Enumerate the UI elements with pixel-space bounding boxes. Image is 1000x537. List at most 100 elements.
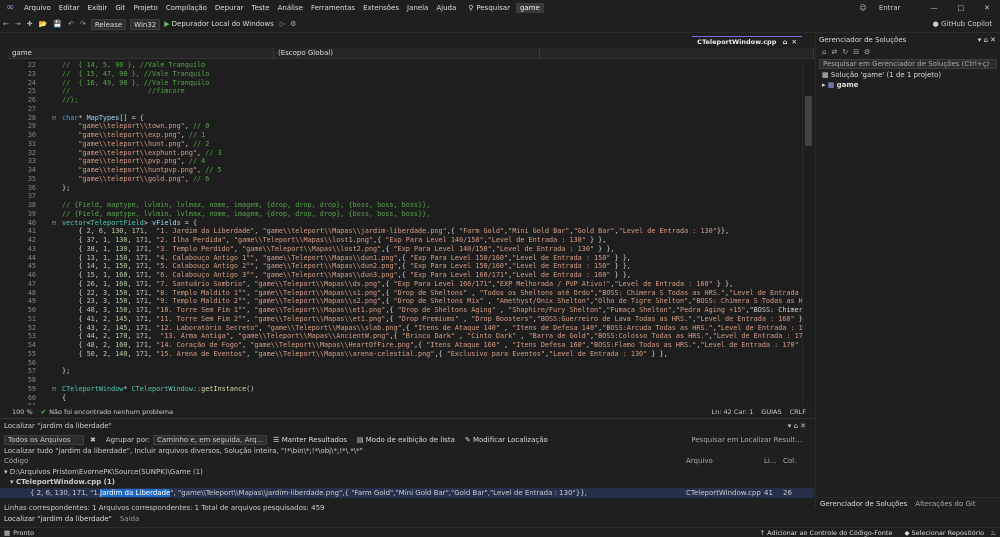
- code-line[interactable]: { 15, 1, 160, 171, "6. Calabouço Antigo …: [62, 271, 631, 279]
- modify-find-button[interactable]: ✎ Modificar Localização: [465, 436, 548, 444]
- pin-panel-icon[interactable]: ⌂: [983, 36, 987, 44]
- code-line[interactable]: "game\\teleport\\exp.png", // 1: [62, 131, 205, 139]
- code-line[interactable]: // //fimcore: [62, 87, 185, 95]
- menu-item[interactable]: Arquivo: [24, 4, 51, 12]
- list-view-button[interactable]: ▤ Modo de exibição de lista: [357, 436, 455, 444]
- fold-icon[interactable]: ⊟: [52, 385, 56, 393]
- menu-item[interactable]: Ajuda: [436, 4, 456, 12]
- code-line[interactable]: { 41, 2, 145, 171, "11. Torre Sem Fim 2°…: [62, 315, 802, 323]
- code-line[interactable]: // {Field, maptype, lvlmin, lvlmax, nome…: [62, 201, 430, 209]
- fold-icon[interactable]: ⊟: [52, 219, 56, 227]
- nav-scope-select[interactable]: (Escopo Global): [274, 48, 540, 59]
- code-line[interactable]: "game\\teleport\\gold.png", // 6: [62, 175, 209, 183]
- menu-item[interactable]: Extensões: [363, 4, 399, 12]
- signin-button[interactable]: ☺ Entrar: [859, 4, 910, 12]
- tab-cteleportwindow[interactable]: CTeleportWindow.cpp ⌂ ✕: [692, 36, 802, 47]
- code-line[interactable]: "game\\teleport\\huntpvp.png", // 5: [62, 166, 221, 174]
- menu-item[interactable]: Teste: [252, 4, 270, 12]
- code-line[interactable]: char* MapTypes[] = {: [62, 114, 144, 122]
- back-icon[interactable]: ←: [3, 20, 9, 28]
- code-line[interactable]: { 44, 2, 170, 171, "13. Arma Antiga", "g…: [62, 332, 802, 340]
- code-line[interactable]: vector<TeleportField> vFields = {: [62, 219, 197, 227]
- col-line-header[interactable]: Li...: [764, 457, 777, 465]
- solution-search-input[interactable]: Pesquisar em Gerenciador de Soluções (Ct…: [819, 59, 997, 69]
- source-control-button[interactable]: ↑ Adicionar ao Controle do Código-Fonte: [760, 529, 893, 537]
- close-button[interactable]: ✕: [984, 4, 990, 12]
- code-line[interactable]: { 13, 1, 150, 171, "4. Calabouço Antigo …: [62, 254, 631, 262]
- code-line[interactable]: {: [62, 394, 66, 402]
- tab-find-results[interactable]: Localizar "jardim da liberdade": [4, 515, 112, 523]
- code-line[interactable]: { 50, 2, 140, 171, "15. Arena de Eventos…: [62, 350, 667, 358]
- toolbar-tools-icon[interactable]: ⚙: [290, 20, 296, 28]
- col-col-header[interactable]: Col.: [783, 457, 796, 465]
- tab-solution-explorer[interactable]: Gerenciador de Soluções: [816, 500, 911, 508]
- sync-icon[interactable]: ⇄: [831, 48, 837, 56]
- code-line[interactable]: { 26, 1, 160, 171, "7. Santuário Sombrio…: [62, 280, 733, 288]
- code-line[interactable]: { 2, 6, 130, 171, "1. Jardim da Liberdad…: [62, 227, 729, 235]
- code-line[interactable]: // { 15, 47, 90 }, //Vale Tranquilo: [62, 70, 209, 78]
- code-line[interactable]: CTeleportWindow* CTeleportWindow::getIns…: [62, 385, 254, 393]
- forward-icon[interactable]: →: [15, 20, 21, 28]
- result-folder[interactable]: D:\Arquivos Priston\EvornePK\Source(SUNP…: [10, 468, 203, 476]
- menu-item[interactable]: Compilação: [166, 4, 207, 12]
- result-row[interactable]: { 2, 6, 130, 171, "1. Jardim da Liberdad…: [0, 488, 814, 498]
- scope-select[interactable]: Todos os Arquivos: [4, 435, 84, 445]
- code-view[interactable]: 22 // { 14, 5, 90 }, //Vale Tranquilo 23 //…: [8, 60, 802, 405]
- result-file-group[interactable]: CTeleportWindow.cpp (1): [16, 478, 115, 486]
- nav-member-select[interactable]: [540, 48, 814, 59]
- redo-icon[interactable]: ↷: [80, 20, 86, 28]
- find-pin-icon[interactable]: ⌂: [793, 422, 797, 430]
- code-line[interactable]: { 23, 3, 150, 171, "9. Templo Maldito 2°…: [62, 297, 802, 305]
- tab-git-changes[interactable]: Alterações do Git: [911, 500, 979, 508]
- project-node[interactable]: ▸ ▦ game: [816, 80, 1000, 90]
- home-icon[interactable]: ⌂: [822, 48, 826, 56]
- issues-text[interactable]: Não foi encontrado nenhum problema: [49, 408, 173, 416]
- tab-output[interactable]: Saída: [120, 515, 139, 523]
- group-select[interactable]: Caminho e, em seguida, Arq...: [153, 435, 268, 445]
- code-line[interactable]: { 40, 3, 150, 171, "10. Torre Sem Fim 1°…: [62, 306, 802, 314]
- code-line[interactable]: // { 14, 5, 90 }, //Vale Tranquilo: [62, 61, 205, 69]
- nav-project-select[interactable]: game: [8, 48, 274, 59]
- col-file-header[interactable]: Arquivo: [686, 457, 713, 465]
- file-chevron-icon[interactable]: ▾: [10, 478, 14, 486]
- code-line[interactable]: // {Field, maptype, lvlmin, lvlmax, nome…: [62, 210, 430, 218]
- code-line[interactable]: "game\\teleport\\town.png", // 0: [62, 122, 209, 130]
- col-code-header[interactable]: Código: [4, 457, 28, 465]
- close-panel-icon[interactable]: ✕: [990, 36, 996, 44]
- close-tab-icon[interactable]: ✕: [792, 38, 797, 46]
- code-line[interactable]: "game\\teleport\\hunt.png", // 2: [62, 140, 209, 148]
- keep-results-button[interactable]: ☰ Manter Resultados: [273, 436, 347, 444]
- fold-icon[interactable]: ⊟: [52, 114, 56, 122]
- menu-item[interactable]: Janela: [407, 4, 428, 12]
- menu-item[interactable]: Ferramentas: [311, 4, 355, 12]
- clear-icon[interactable]: ✖: [90, 436, 96, 444]
- expand-chevron-icon[interactable]: ▸: [822, 81, 826, 89]
- save-icon[interactable]: 💾: [53, 20, 62, 28]
- minimize-button[interactable]: —: [931, 4, 938, 12]
- code-line[interactable]: { 14, 1, 150, 171, "5. Calabouço Antigo …: [62, 262, 631, 270]
- copilot-button[interactable]: ● GitHub Copilot: [933, 20, 992, 28]
- menu-item[interactable]: Depurar: [215, 4, 244, 12]
- settings-icon[interactable]: ⚙: [864, 48, 870, 56]
- open-icon[interactable]: 📂: [39, 20, 48, 28]
- platform-select[interactable]: Win32: [130, 18, 161, 30]
- start-debug-icon[interactable]: ▶: [164, 20, 169, 28]
- search-box[interactable]: ⚲ Pesquisar: [468, 4, 510, 12]
- code-line[interactable]: };: [62, 367, 70, 375]
- code-line[interactable]: "game\\teleport\\exphunt.png", // 3: [62, 149, 221, 157]
- dropdown-icon[interactable]: ▾: [978, 36, 982, 44]
- code-line[interactable]: };: [62, 184, 70, 192]
- folder-chevron-icon[interactable]: ▾: [4, 468, 8, 476]
- refresh-icon[interactable]: ↻: [842, 48, 848, 56]
- scrollbar-thumb[interactable]: [805, 96, 812, 146]
- code-line[interactable]: { 43, 2, 145, 171, "12. Laboratório Secr…: [62, 324, 802, 332]
- line-endings[interactable]: CRLF: [790, 408, 806, 416]
- collapse-icon[interactable]: ⊟: [853, 48, 859, 56]
- code-line[interactable]: //};: [62, 96, 78, 104]
- notifications-icon[interactable]: ♨: [990, 529, 996, 537]
- repo-button[interactable]: ◆ Selecionar Repositório: [904, 529, 984, 537]
- new-item-icon[interactable]: ✚: [27, 20, 33, 28]
- code-line[interactable]: { 22, 3, 150, 171, "8. Templo Maldito 1°…: [62, 289, 802, 297]
- menu-item[interactable]: Git: [115, 4, 125, 12]
- code-line[interactable]: "game\\teleport\\pvp.png", // 4: [62, 157, 205, 165]
